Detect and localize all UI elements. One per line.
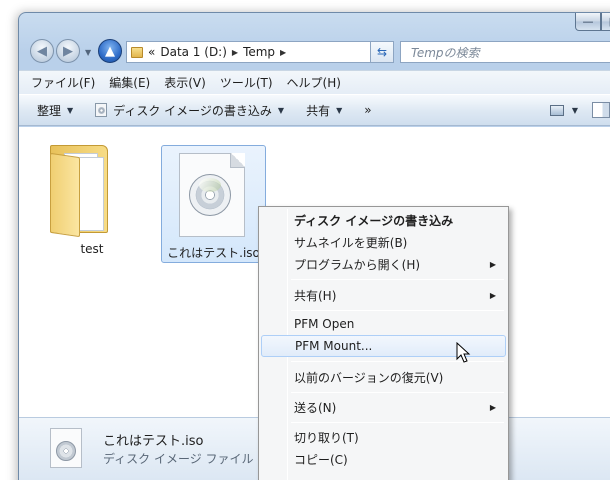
menu-file[interactable]: ファイル(F) (31, 74, 95, 91)
menu-item-label: 切り取り(T) (294, 430, 359, 445)
menu-item-label: ディスク イメージの書き込み (294, 213, 454, 228)
forward-arrow-icon: ▶ (63, 43, 73, 59)
submenu-arrow-icon: ▶ (489, 290, 496, 300)
disc-image-icon (50, 428, 82, 468)
change-view-icon[interactable] (549, 104, 564, 116)
search-placeholder: Tempの検索 (411, 45, 480, 60)
file-name: これはテスト.iso (167, 246, 260, 260)
navigation-bar: ◀ ▶ ▼ ▲ « Data 1 (D:) ▶ Temp ▶ ▼ ⇆ Tempの… (18, 36, 610, 66)
menu-item-send-to[interactable]: 送る(N) ▶ (261, 396, 506, 418)
menu-bar: ファイル(F) 編集(E) 表示(V) ツール(T) ヘルプ(H) (19, 70, 610, 94)
details-file-type: ディスク イメージ ファイル (103, 452, 254, 466)
folder-icon (131, 46, 143, 58)
menu-item-refresh-thumbnail[interactable]: サムネイルを更新(B) (261, 231, 506, 253)
menu-item-label: PFM Open (294, 317, 355, 331)
file-name: test (80, 242, 104, 256)
menu-item-label: コピー(C) (294, 452, 348, 467)
menu-separator (291, 361, 504, 362)
menu-item-cut[interactable]: 切り取り(T) (261, 426, 506, 448)
more-commands-button[interactable]: » (364, 103, 371, 117)
command-bar: 整理 ▼ ディスク イメージの書き込み ▼ 共有 ▼ » ▼ (19, 94, 610, 126)
disc-image-icon (95, 103, 108, 117)
file-item-iso[interactable]: これはテスト.iso (161, 145, 266, 263)
menu-item-open-with[interactable]: プログラムから開く(H) ▶ (261, 253, 506, 275)
dropdown-arrow-icon: ▼ (336, 105, 343, 115)
view-controls: ▼ (549, 102, 610, 118)
menu-item-restore-previous-versions[interactable]: 以前のバージョンの復元(V) (261, 366, 506, 388)
menu-item-pfm-open[interactable]: PFM Open (261, 313, 506, 335)
mouse-pointer-icon (456, 342, 471, 363)
caption-buttons: — □ (575, 13, 610, 31)
organize-label: 整理 (37, 103, 62, 118)
up-arrow-icon: ▲ (105, 43, 115, 59)
back-arrow-icon: ◀ (37, 43, 47, 59)
menu-item-copy[interactable]: コピー(C) (261, 448, 506, 470)
address-overflow[interactable]: « (148, 45, 155, 59)
view-dropdown-icon[interactable]: ▼ (572, 106, 578, 115)
chevron-right-icon[interactable]: ▶ (232, 48, 238, 57)
burn-disc-image-button[interactable]: ディスク イメージの書き込み ▼ (95, 102, 284, 119)
address-bar[interactable]: « Data 1 (D:) ▶ Temp ▶ ▼ (126, 41, 388, 63)
menu-separator (291, 422, 504, 423)
share-label: 共有 (306, 103, 331, 118)
menu-help[interactable]: ヘルプ(H) (287, 74, 341, 91)
submenu-arrow-icon: ▶ (489, 259, 496, 269)
forward-button[interactable]: ▶ (56, 39, 80, 63)
recent-pages-dropdown-icon[interactable]: ▼ (85, 48, 91, 57)
dropdown-arrow-icon: ▼ (277, 105, 285, 115)
menu-item-label: 以前のバージョンの復元(V) (294, 370, 444, 385)
share-button[interactable]: 共有 ▼ (306, 102, 342, 119)
menu-item-label: プログラムから開く(H) (294, 257, 421, 272)
more-commands-label: » (364, 103, 372, 117)
back-button[interactable]: ◀ (30, 39, 54, 63)
menu-item-burn-disc-image[interactable]: ディスク イメージの書き込み (261, 209, 506, 231)
menu-item-label: 共有(H) (294, 288, 337, 303)
menu-view[interactable]: 表示(V) (164, 74, 206, 91)
address-segment-drive[interactable]: Data 1 (D:) (160, 45, 227, 59)
details-file-name: これはテスト.iso (103, 434, 204, 449)
search-input[interactable]: Tempの検索 (400, 41, 610, 63)
menu-tools[interactable]: ツール(T) (220, 74, 273, 91)
up-button[interactable]: ▲ (98, 39, 122, 63)
refresh-button[interactable]: ⇆ (370, 41, 394, 63)
chevron-right-icon[interactable]: ▶ (280, 48, 286, 57)
minimize-button[interactable]: — (575, 13, 601, 31)
address-segment-folder[interactable]: Temp (243, 45, 275, 59)
folder-icon (50, 143, 108, 238)
menu-item-label: PFM Mount... (295, 339, 373, 353)
menu-edit[interactable]: 編集(E) (109, 74, 150, 91)
menu-item-share[interactable]: 共有(H) ▶ (261, 284, 506, 306)
menu-separator (291, 392, 504, 393)
preview-pane-icon[interactable] (592, 102, 610, 118)
refresh-icon: ⇆ (376, 45, 388, 59)
menu-separator (291, 310, 504, 311)
disc-icon (56, 441, 76, 461)
menu-separator (291, 279, 504, 280)
menu-item-label: 送る(N) (294, 400, 337, 415)
submenu-arrow-icon: ▶ (489, 402, 496, 412)
maximize-button[interactable]: □ (601, 13, 610, 31)
dropdown-arrow-icon: ▼ (67, 105, 74, 115)
file-item-folder[interactable]: test (34, 137, 150, 262)
menu-item-label: サムネイルを更新(B) (294, 235, 408, 250)
organize-button[interactable]: 整理 ▼ (37, 102, 73, 119)
burn-disc-image-label: ディスク イメージの書き込み (113, 103, 272, 118)
